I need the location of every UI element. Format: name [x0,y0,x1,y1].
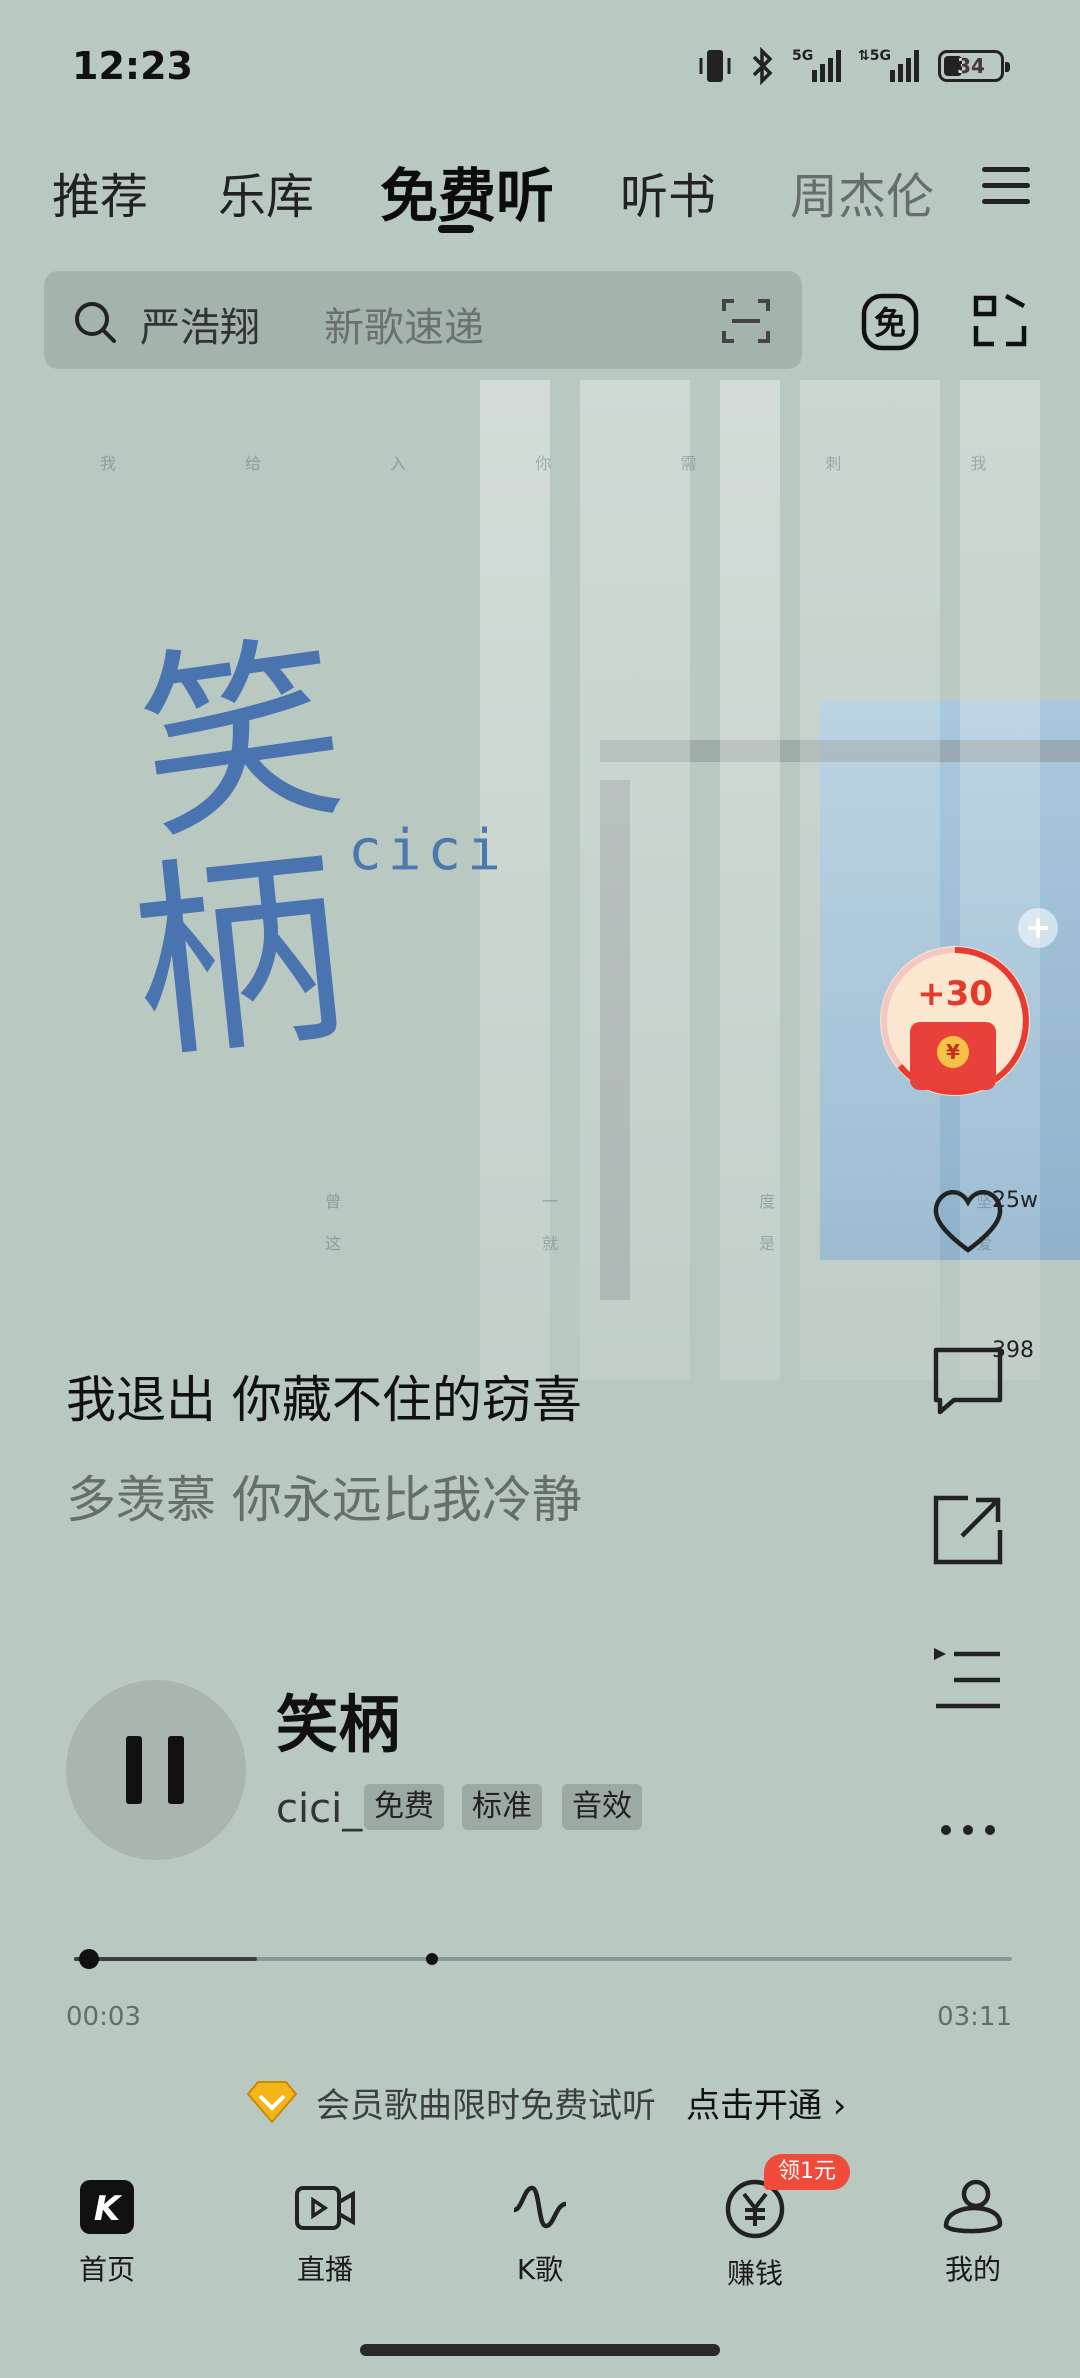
nav-earn-label: 赚钱 [726,2257,783,2290]
reward-label: +30 [917,974,993,1014]
comment-count: 398 [992,1338,1034,1363]
song-artist[interactable]: cici_ [276,1786,362,1832]
nav-karaoke[interactable]: K歌 [465,2178,615,2288]
nav-live-label: 直播 [296,2253,353,2286]
share-button[interactable] [928,1490,1018,1580]
progress-bar[interactable] [74,1957,1012,1961]
search-sub-hint: 新歌速递 [324,305,484,351]
tab-library[interactable]: 乐库 [218,157,314,227]
song-title: 笑柄 [276,1688,401,1761]
status-icons: 5G ⇅5G 34 [696,46,1010,86]
bottom-nav: K 首页 直播 K歌 赚钱 我的 [0,2160,1080,2300]
top-tabs: 推荐 乐库 免费听 听书 周杰伦 [0,145,1080,235]
nav-earn[interactable]: 赚钱 [680,2178,830,2292]
search-hint: 严浩翔 [140,305,260,351]
home-logo-icon: K [80,2180,134,2234]
vip-open-link[interactable]: 点击开通 › [686,2078,846,2127]
coin-icon: ¥ [937,1036,969,1068]
tab-free-listen[interactable]: 免费听 [380,149,554,233]
tag-sound-effect[interactable]: 音效 [562,1784,642,1830]
sound-wave-icon [513,2185,567,2229]
tab-jay-chou[interactable]: 周杰伦 [790,157,934,227]
playlist-icon [934,1648,1000,1709]
tag-free: 免费 [364,1784,444,1830]
progress-marker [426,1953,438,1965]
live-video-icon [295,2186,355,2230]
time-total: 03:11 [937,2002,1012,2032]
battery-level: 34 [957,54,985,78]
svg-text:⇅5G: ⇅5G [858,48,891,64]
svg-text:5G: 5G [792,48,813,64]
svg-text:免: 免 [874,304,906,342]
search-input[interactable]: 严浩翔 新歌速递 [44,271,802,369]
progress-knob[interactable] [79,1949,99,1969]
lyric-current-line[interactable]: 我退出 你藏不住的窃喜 [66,1360,582,1432]
pause-icon [126,1736,142,1804]
tag-quality[interactable]: 标准 [462,1784,542,1830]
reward-red-packet[interactable]: +30 ¥ [880,946,1030,1106]
vibrate-icon [699,50,731,82]
earn-badge: 领1元 [764,2154,850,2190]
pause-icon [168,1736,184,1804]
album-cover[interactable]: 我 给 入 你 需 刺 我 的 游 弹 曾 一 度 坚 信 这 就 是 爱 情 … [0,380,1080,1380]
nav-profile-label: 我的 [944,2253,1001,2286]
more-icon [941,1825,995,1835]
grid-scan-icon[interactable] [972,292,1028,348]
time-current: 00:03 [66,2002,141,2032]
tab-recommend[interactable]: 推荐 [52,157,148,227]
add-icon[interactable] [1018,908,1058,948]
user-icon [943,2179,1003,2234]
share-icon [933,1495,1003,1565]
cover-title-char: 柄 [130,824,355,1090]
more-button[interactable] [928,1790,1018,1880]
playlist-button[interactable] [928,1640,1018,1730]
signal-5g-icon: 5G [792,48,841,82]
search-icon [75,302,116,343]
status-bar: 12:23 5G ⇅5G 34 [0,0,1080,135]
lyric-next-line[interactable]: 多羡慕 你永远比我冷静 [66,1460,582,1532]
svg-text:K: K [94,2189,123,2229]
home-indicator[interactable] [360,2344,720,2356]
battery-icon: 34 [938,50,1010,82]
red-packet-icon: ¥ [910,1022,996,1090]
vip-text: 会员歌曲限时免费试听 [316,2085,656,2126]
active-tab-indicator [438,225,474,233]
progress-buffered [74,1957,257,1961]
tab-audiobook[interactable]: 听书 [620,157,716,227]
nav-karaoke-label: K歌 [516,2253,564,2286]
bluetooth-icon [752,46,773,86]
diamond-icon [246,2081,298,2124]
like-count: 25w [992,1188,1038,1213]
free-mode-icon[interactable]: 免 [860,292,920,352]
cover-artist-name: cici [348,818,507,883]
nav-live[interactable]: 直播 [250,2178,400,2288]
menu-icon[interactable] [982,163,1030,207]
nav-home[interactable]: K 首页 [32,2178,182,2288]
signal-5g-icon-2: ⇅5G [858,48,919,82]
status-time: 12:23 [72,44,193,88]
vip-banner[interactable]: 会员歌曲限时免费试听 点击开通 › [244,2072,846,2132]
cover-faint-text: 我 给 入 你 需 刺 我 的 游 弹 [100,454,1080,473]
nav-profile[interactable]: 我的 [898,2178,1048,2288]
nav-home-label: 首页 [78,2253,135,2286]
pause-button[interactable] [66,1680,246,1860]
scan-icon[interactable] [720,295,772,347]
